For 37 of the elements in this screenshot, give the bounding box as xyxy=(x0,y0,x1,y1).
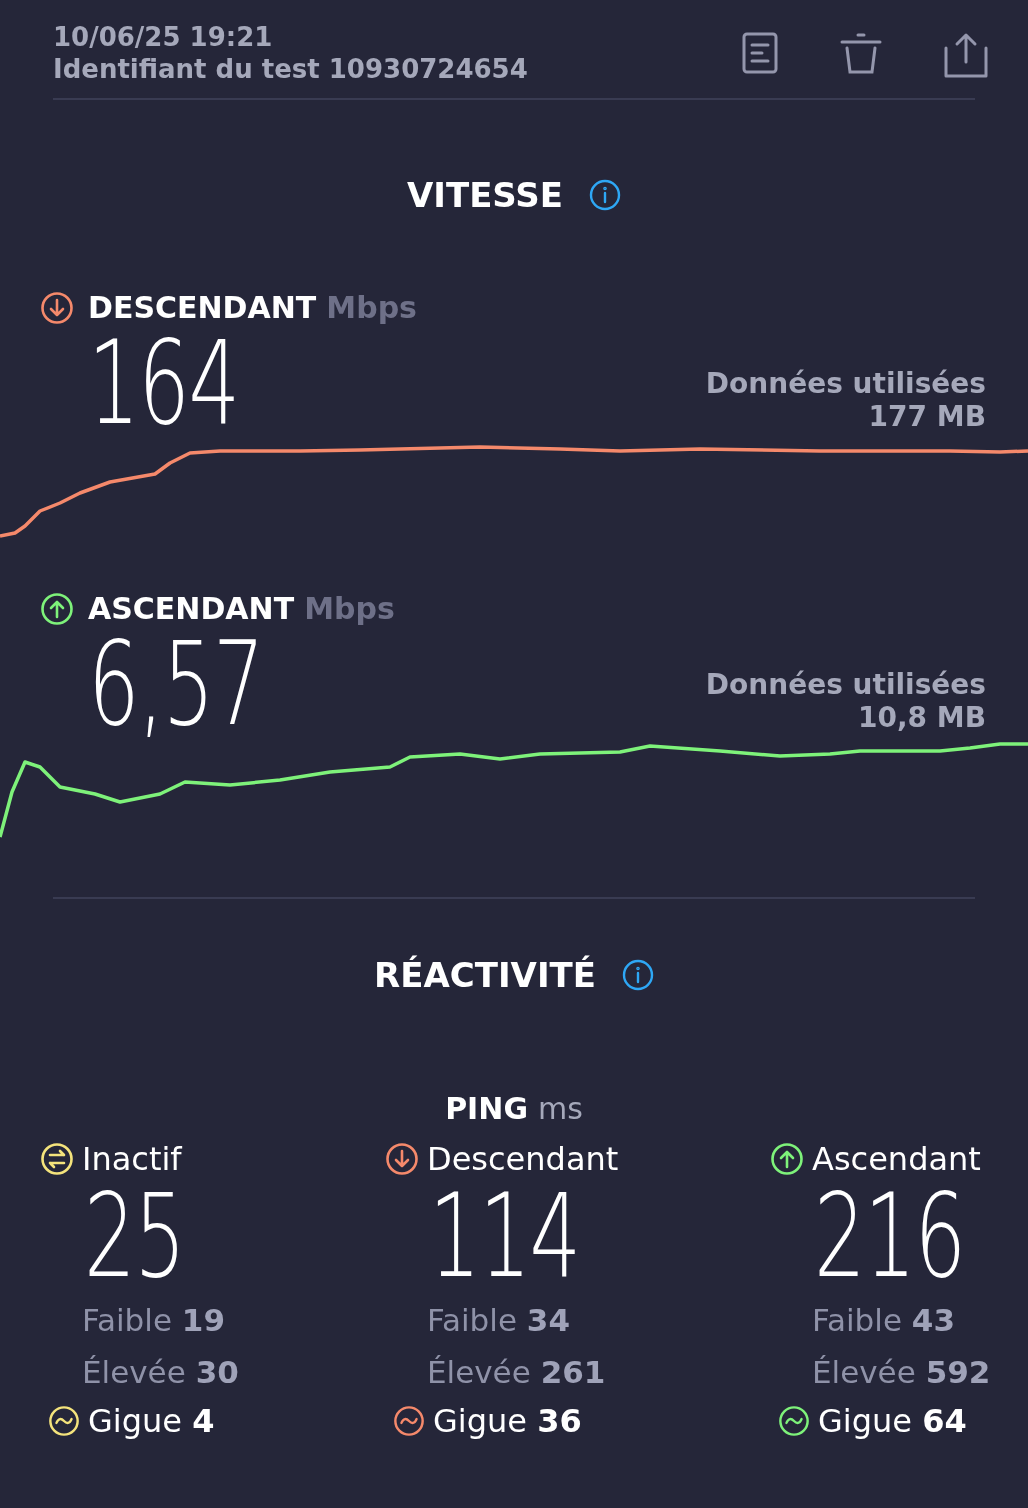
jitter-value: Gigue 64 xyxy=(818,1402,967,1440)
data-used-value: 177 MB xyxy=(868,400,986,433)
low-ping: Faible 43 xyxy=(812,1301,956,1340)
test-timestamp: 10/06/25 19:21 xyxy=(53,22,274,52)
wave-icon xyxy=(778,1405,810,1437)
jitter-value: Gigue 4 xyxy=(88,1402,215,1440)
speed-value: 6,57 xyxy=(88,626,264,742)
speed-label: DESCENDANT xyxy=(88,290,317,325)
info-icon[interactable] xyxy=(621,959,654,991)
high-ping: Élevée 261 xyxy=(427,1353,607,1392)
speed-label: ASCENDANT xyxy=(88,591,295,626)
wave-icon xyxy=(393,1405,425,1437)
ping-type-label: Inactif xyxy=(82,1140,182,1178)
ping-value: 114 xyxy=(429,1178,580,1294)
wave-icon xyxy=(48,1405,80,1437)
ping-label: PING xyxy=(445,1091,528,1126)
test-id: Identifiant du test 10930724654 xyxy=(53,54,528,84)
low-ping: Faible 34 xyxy=(427,1301,571,1340)
ping-type-label: Descendant xyxy=(427,1140,619,1178)
high-ping: Élevée 592 xyxy=(812,1353,992,1392)
data-used-value: 10,8 MB xyxy=(857,701,986,734)
info-icon[interactable] xyxy=(589,179,622,211)
speed-value: 164 xyxy=(88,325,239,441)
unit-label: ms xyxy=(538,1091,583,1126)
unit-label: Mbps xyxy=(326,290,417,325)
data-used-label: Données utilisées xyxy=(705,367,986,400)
section-title: VITESSE xyxy=(406,175,564,215)
ping-value: 216 xyxy=(814,1178,965,1294)
unit-label: Mbps xyxy=(304,591,395,626)
share-icon[interactable] xyxy=(944,32,988,78)
jitter-value: Gigue 36 xyxy=(433,1402,582,1440)
data-used-label: Données utilisées xyxy=(705,668,986,701)
ping-type-label: Ascendant xyxy=(812,1140,981,1178)
section-title: RÉACTIVITÉ xyxy=(374,955,596,995)
high-ping: Élevée 30 xyxy=(82,1353,240,1392)
low-ping: Faible 19 xyxy=(82,1301,226,1340)
ping-value: 25 xyxy=(84,1178,186,1294)
